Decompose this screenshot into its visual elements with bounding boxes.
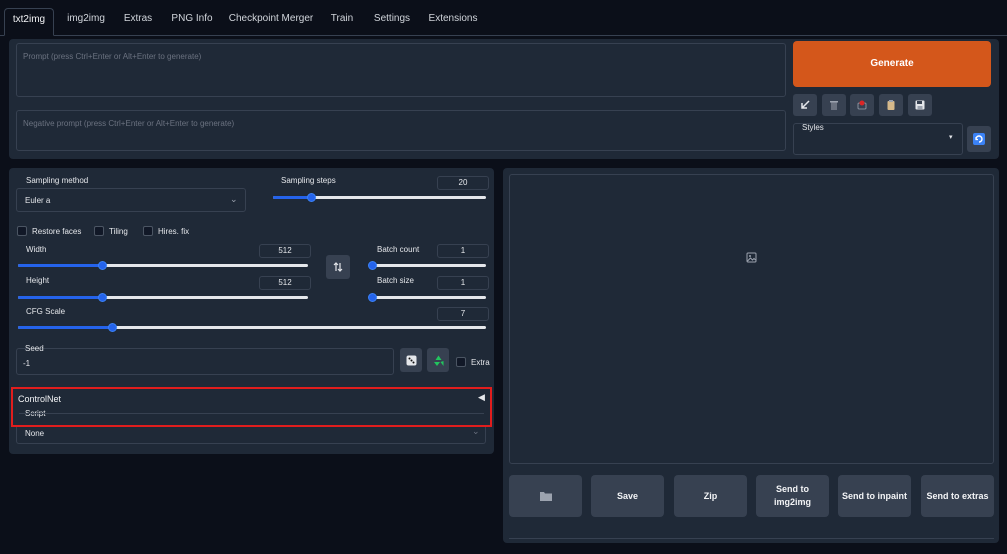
controlnet-label: ControlNet bbox=[18, 394, 62, 404]
recycle-icon bbox=[433, 355, 443, 366]
width-input[interactable]: 512 bbox=[259, 244, 311, 258]
batch-count-label: Batch count bbox=[377, 245, 420, 254]
divider bbox=[19, 413, 484, 414]
swap-dimensions-button[interactable] bbox=[326, 255, 350, 279]
batch-count-input[interactable]: 1 bbox=[437, 244, 489, 258]
sampling-method-label: Sampling method bbox=[26, 176, 89, 185]
clipboard-icon bbox=[887, 100, 895, 110]
chevron-down-icon: ⌄ bbox=[230, 194, 238, 204]
arrow-down-left-icon bbox=[801, 100, 810, 109]
hires-fix-checkbox[interactable] bbox=[143, 226, 153, 236]
extra-seed-checkbox[interactable] bbox=[456, 357, 466, 367]
image-gallery[interactable] bbox=[509, 174, 994, 464]
script-value: None bbox=[25, 429, 45, 438]
cfg-scale-input[interactable]: 7 bbox=[437, 307, 489, 321]
tab-extensions[interactable]: Extensions bbox=[422, 8, 484, 36]
send-to-extras-button[interactable]: Send to extras bbox=[921, 475, 994, 517]
image-placeholder-icon bbox=[746, 252, 757, 263]
clipboard-button[interactable] bbox=[879, 94, 903, 116]
extra-networks-button[interactable] bbox=[850, 94, 874, 116]
tiling-label: Tiling bbox=[109, 227, 128, 236]
cfg-scale-slider[interactable] bbox=[18, 321, 486, 333]
tiling-checkbox[interactable] bbox=[94, 226, 104, 236]
restore-faces-label: Restore faces bbox=[32, 227, 82, 236]
trash-icon bbox=[830, 101, 838, 110]
sampling-method-value: Euler a bbox=[25, 196, 51, 205]
script-dropdown[interactable]: None ⌄ bbox=[16, 426, 486, 444]
tab-settings[interactable]: Settings bbox=[368, 8, 416, 36]
height-input[interactable]: 512 bbox=[259, 276, 311, 290]
send-to-img2img-button[interactable]: Send to img2img bbox=[756, 475, 829, 517]
prompt-input[interactable]: Prompt (press Ctrl+Enter or Alt+Enter to… bbox=[16, 43, 786, 97]
cfg-scale-label: CFG Scale bbox=[26, 307, 66, 316]
refresh-styles-button[interactable] bbox=[967, 126, 991, 152]
height-label: Height bbox=[26, 276, 50, 285]
tab-extras[interactable]: Extras bbox=[118, 8, 158, 36]
chevron-down-icon: ⌄ bbox=[472, 426, 480, 436]
tab-train[interactable]: Train bbox=[322, 8, 362, 36]
send-to-inpaint-button[interactable]: Send to inpaint bbox=[838, 475, 911, 517]
swap-arrows-icon bbox=[333, 262, 343, 272]
width-slider[interactable] bbox=[18, 259, 308, 271]
controlnet-accordion[interactable]: ControlNet ◀ Script bbox=[11, 387, 492, 427]
open-folder-button[interactable] bbox=[509, 475, 582, 517]
hires-fix-label: Hires. fix bbox=[158, 227, 190, 236]
tab-img2img[interactable]: img2img bbox=[60, 8, 112, 36]
paste-arrow-button[interactable] bbox=[793, 94, 817, 116]
collapse-triangle-icon: ◀ bbox=[478, 392, 485, 402]
seed-field[interactable]: Seed -1 bbox=[16, 344, 394, 375]
batch-count-slider[interactable] bbox=[368, 259, 486, 271]
width-label: Width bbox=[26, 245, 47, 254]
dropdown-arrow-icon: ▾ bbox=[949, 134, 953, 141]
floppy-disk-icon bbox=[915, 100, 925, 110]
sampling-steps-input[interactable]: 20 bbox=[437, 176, 489, 190]
seed-value: -1 bbox=[23, 359, 31, 368]
save-button[interactable]: Save bbox=[591, 475, 664, 517]
red-button-icon bbox=[857, 100, 867, 110]
sampling-steps-slider[interactable] bbox=[273, 191, 486, 203]
extra-seed-label: Extra bbox=[471, 358, 490, 367]
seed-label: Seed bbox=[25, 344, 44, 353]
batch-size-slider[interactable] bbox=[368, 291, 486, 303]
batch-size-input[interactable]: 1 bbox=[437, 276, 489, 290]
styles-label: Styles bbox=[802, 123, 824, 132]
restore-faces-checkbox[interactable] bbox=[17, 226, 27, 236]
height-slider[interactable] bbox=[18, 291, 308, 303]
negative-prompt-input[interactable]: Negative prompt (press Ctrl+Enter or Alt… bbox=[16, 110, 786, 151]
sampling-steps-label: Sampling steps bbox=[281, 176, 336, 185]
generate-button[interactable]: Generate bbox=[793, 41, 991, 87]
random-seed-button[interactable] bbox=[400, 348, 422, 372]
tab-png-info[interactable]: PNG Info bbox=[164, 8, 220, 36]
zip-button[interactable]: Zip bbox=[674, 475, 747, 517]
tab-bar: txt2img img2img Extras PNG Info Checkpoi… bbox=[0, 0, 1007, 36]
trash-button[interactable] bbox=[822, 94, 846, 116]
folder-icon bbox=[539, 492, 552, 501]
dice-icon bbox=[406, 355, 416, 365]
styles-dropdown[interactable]: Styles ▾ bbox=[793, 123, 963, 155]
refresh-icon bbox=[973, 133, 985, 145]
batch-size-label: Batch size bbox=[377, 276, 414, 285]
tab-txt2img[interactable]: txt2img bbox=[4, 8, 54, 36]
reuse-seed-button[interactable] bbox=[427, 348, 449, 372]
save-style-button[interactable] bbox=[908, 94, 932, 116]
tab-checkpoint-merger[interactable]: Checkpoint Merger bbox=[226, 8, 316, 36]
sampling-method-dropdown[interactable]: Euler a ⌄ bbox=[16, 188, 246, 212]
divider bbox=[509, 538, 994, 539]
